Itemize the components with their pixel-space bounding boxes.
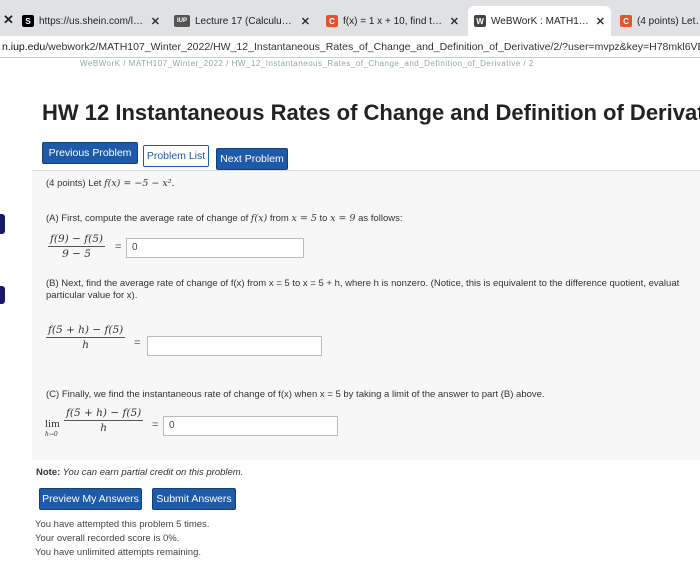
fraction-denominator: h <box>100 422 107 434</box>
tab-title: WeBWorK : MATH107_Wint <box>491 15 590 27</box>
part-b-fraction: f(5 + h) − f(5) h <box>46 324 126 351</box>
answer-b-input[interactable] <box>147 336 322 356</box>
attempts-status: You have attempted this problem 5 times. <box>35 519 210 530</box>
previous-problem-button[interactable]: Previous Problem <box>42 142 138 164</box>
fraction-denominator: h <box>82 339 89 351</box>
close-icon[interactable]: ✕ <box>151 15 160 28</box>
next-problem-button[interactable]: Next Problem <box>216 148 288 170</box>
page-title: HW 12 Instantaneous Rates of Change and … <box>42 100 700 125</box>
chegg-favicon-icon: C <box>620 15 632 27</box>
fraction-numerator: f(5 + h) − f(5) <box>48 324 124 336</box>
part-a-text: (A) First, compute the average rate of c… <box>46 213 251 224</box>
partial-credit-note: Note: You can earn partial credit on thi… <box>36 467 243 478</box>
note-label: Note: <box>36 467 61 478</box>
browser-tab-webwork[interactable]: W WeBWorK : MATH107_Wint ✕ <box>468 6 611 36</box>
equals-sign: = <box>115 241 122 253</box>
part-a-text: to <box>316 213 331 224</box>
part-a-prompt: (A) First, compute the average rate of c… <box>46 213 402 224</box>
part-c-fraction: f(5 + h) − f(5) h <box>64 407 144 434</box>
fraction-numerator: f(5 + h) − f(5) <box>66 407 142 419</box>
problem-intro-text: (4 points) Let <box>46 178 105 189</box>
submit-answers-button[interactable]: Submit Answers <box>152 488 236 510</box>
answer-a-input[interactable]: 0 <box>126 238 304 258</box>
address-bar[interactable]: n.iup.edu/webwork2/MATH107_Winter_2022/H… <box>0 36 700 58</box>
remaining-status: You have unlimited attempts remaining. <box>35 547 201 558</box>
webwork-favicon-icon: W <box>474 15 486 27</box>
browser-tab-lecture[interactable]: IUP Lecture 17 (Calculus) - Wint ✕ <box>168 6 316 36</box>
iup-favicon-icon: IUP <box>174 15 190 27</box>
url-host: n.iup.edu <box>2 41 46 53</box>
note-text: You can earn partial credit on this prob… <box>60 467 244 478</box>
browser-tab-chegg-answer[interactable]: C (4 points) Let f(x) = <box>614 6 700 36</box>
problem-list-button[interactable]: Problem List <box>143 145 209 167</box>
tab-title: https://us.shein.com/ltspc/ <box>39 15 145 27</box>
part-a-fraction: f(9) − f(5) 9 − 5 <box>48 233 105 260</box>
tab-title: (4 points) Let f(x) = <box>637 15 700 27</box>
tab-title: Lecture 17 (Calculus) - Wint <box>195 15 295 27</box>
scroll-marker <box>0 286 5 304</box>
preview-answers-button[interactable]: Preview My Answers <box>39 488 142 510</box>
part-b-prompt-line2: particular value for x). <box>46 290 138 301</box>
part-a-text: as follows: <box>355 213 403 224</box>
problem-intro: (4 points) Let f(x) = −5 − x². <box>46 178 175 189</box>
fraction-numerator: f(9) − f(5) <box>50 233 103 245</box>
part-c-prompt: (C) Finally, we find the instantaneous r… <box>46 389 545 400</box>
answer-c-input[interactable]: 0 <box>163 416 338 436</box>
chegg-favicon-icon: C <box>326 15 338 27</box>
close-icon[interactable]: ✕ <box>596 15 605 28</box>
part-a-math: x = 5 <box>291 213 317 224</box>
close-icon[interactable]: ✕ <box>3 12 14 28</box>
equals-sign: = <box>134 337 141 349</box>
scroll-marker <box>0 214 5 234</box>
shein-favicon-icon: S <box>22 15 34 27</box>
part-a-text: from <box>267 213 292 224</box>
breadcrumb: WeBWorK / MATH107_Winter_2022 / HW_12_In… <box>80 59 534 68</box>
close-icon[interactable]: ✕ <box>450 15 459 28</box>
url-path: /webwork2/MATH107_Winter_2022/HW_12_Inst… <box>45 41 700 53</box>
limit-symbol: lim <box>45 418 60 430</box>
part-a-math: x = 9 <box>330 213 356 224</box>
browser-tab-bar: ✕ S https://us.shein.com/ltspc/ ✕ IUP Le… <box>0 0 700 36</box>
problem-intro-math: f(x) = −5 − x². <box>104 178 175 189</box>
fraction-denominator: 9 − 5 <box>62 248 91 260</box>
browser-tab-shein[interactable]: S https://us.shein.com/ltspc/ ✕ <box>16 6 166 36</box>
limit-subscript: h→0 <box>45 431 58 438</box>
equals-sign: = <box>152 419 159 431</box>
part-a-math: f(x) <box>250 213 268 224</box>
score-status: Your overall recorded score is 0%. <box>35 533 180 544</box>
browser-tab-chegg-question[interactable]: C f(x) = 1 x + 10, find the av ✕ <box>320 6 465 36</box>
tab-title: f(x) = 1 x + 10, find the av <box>343 15 444 27</box>
part-b-prompt-line1: (B) Next, find the average rate of chang… <box>46 278 680 289</box>
close-icon[interactable]: ✕ <box>301 15 310 28</box>
